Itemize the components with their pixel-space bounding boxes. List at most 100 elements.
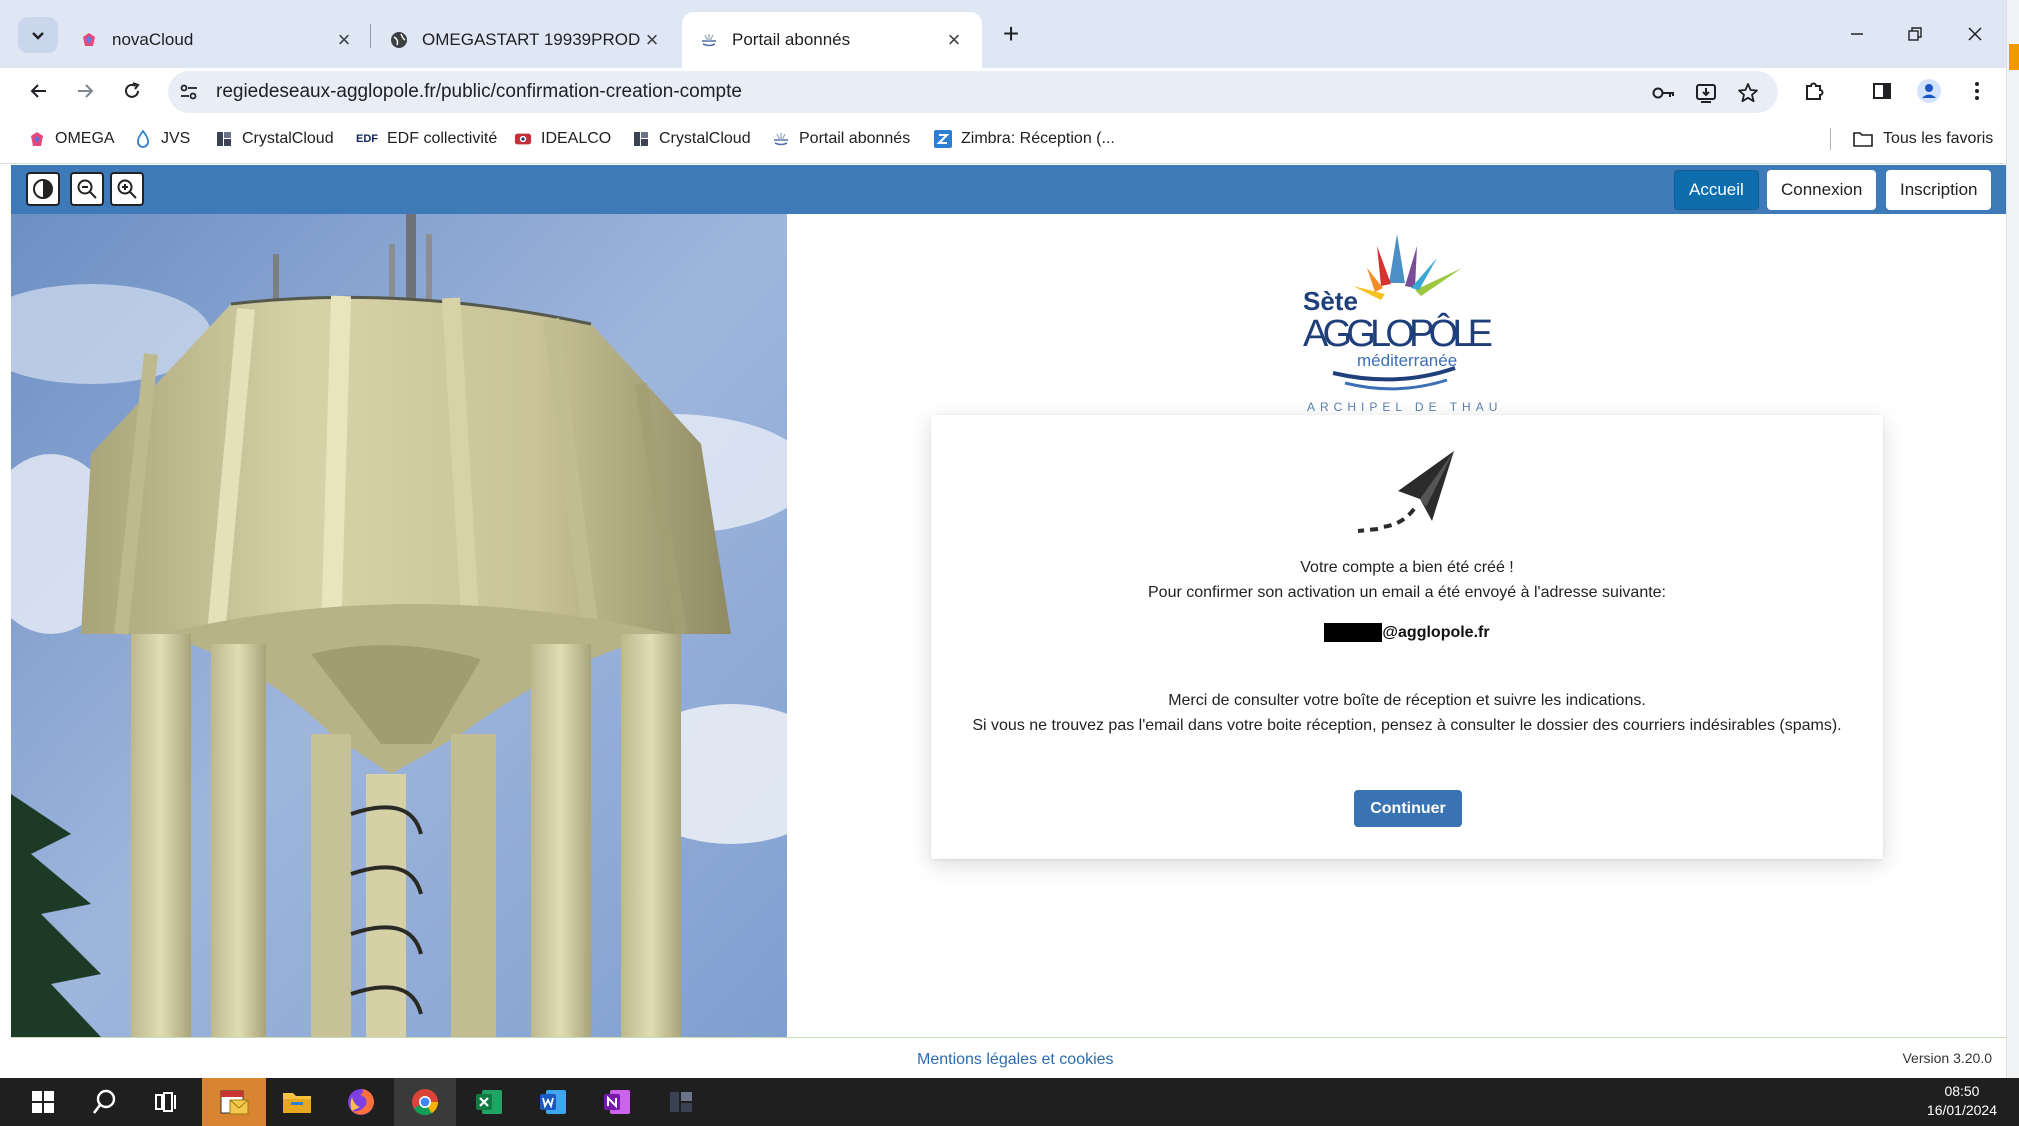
globe-icon — [390, 31, 408, 49]
close-icon[interactable]: × — [334, 27, 354, 52]
close-icon[interactable]: × — [944, 27, 964, 52]
arrow-right-icon — [78, 84, 94, 98]
idealco-favicon-icon — [514, 130, 532, 148]
bookmark-idealco[interactable]: IDEALCO — [514, 128, 611, 150]
all-bookmarks-folder[interactable]: Tous les favoris — [1852, 128, 1993, 150]
bookmarks-divider — [1830, 128, 1831, 150]
search-icon — [92, 1089, 116, 1114]
zimbra-favicon-icon — [934, 130, 952, 148]
taskbar-app-word[interactable] — [522, 1078, 584, 1126]
sete-agglopole-logo: Sète AGGLOPÔLE méditerranée ARCHIPEL DE … — [1287, 228, 1507, 418]
bookmark-crystalcloud[interactable]: CrystalCloud — [215, 128, 334, 150]
omega-favicon-icon — [28, 130, 46, 148]
confirmation-card: Votre compte a bien été créé ! Pour conf… — [931, 415, 1883, 859]
minimize-button[interactable] — [1832, 14, 1882, 54]
zoom-out-button[interactable] — [70, 172, 104, 206]
legal-link[interactable]: Mentions légales et cookies — [917, 1051, 1114, 1069]
extensions-button[interactable] — [1797, 74, 1831, 108]
zoom-in-icon — [117, 179, 137, 199]
crystalcloud-favicon-icon — [215, 130, 233, 148]
paper-plane-icon — [1357, 451, 1454, 533]
version-text: Version 3.20.0 — [1902, 1050, 1992, 1066]
reload-button[interactable] — [113, 72, 151, 110]
bookmark-zimbra[interactable]: Zimbra: Réception (... — [934, 128, 1115, 150]
contrast-icon — [33, 179, 53, 199]
site-info-icon[interactable] — [178, 81, 200, 108]
clock-date: 16/01/2024 — [1926, 1102, 1997, 1118]
install-app-icon[interactable] — [1693, 80, 1719, 106]
word-icon — [540, 1090, 566, 1114]
menu-button[interactable] — [1960, 74, 1994, 108]
tab-omegastart[interactable]: OMEGASTART 19939PROD × — [372, 12, 680, 68]
browser-tab-strip: novaCloud × OMEGASTART 19939PROD × Porta… — [0, 0, 2019, 68]
task-view-button[interactable] — [136, 1078, 198, 1126]
search-button[interactable] — [74, 1078, 136, 1126]
reload-icon — [125, 82, 140, 98]
taskbar-app-firefox[interactable] — [330, 1078, 392, 1126]
taskbar-app-crystalcloud[interactable] — [650, 1078, 712, 1126]
taskbar-app-onenote[interactable] — [586, 1078, 648, 1126]
restore-icon — [1908, 27, 1922, 41]
close-window-button[interactable] — [1950, 14, 2000, 54]
back-button[interactable] — [20, 72, 58, 110]
signup-button[interactable]: Inscription — [1886, 170, 1992, 210]
page-footer: Mentions légales et cookies Version 3.20… — [11, 1037, 2006, 1078]
contrast-button[interactable] — [26, 172, 60, 206]
email-domain: @agglopole.fr — [1382, 623, 1490, 641]
email-address: @agglopole.fr — [931, 623, 1883, 642]
puzzle-icon — [1806, 82, 1824, 100]
agglopole-favicon-icon — [772, 130, 790, 148]
check-inbox-text: Merci de consulter votre boîte de récept… — [1168, 692, 1646, 709]
key-icon[interactable] — [1651, 80, 1677, 106]
bookmark-label: Tous les favoris — [1883, 130, 1994, 147]
edf-logo-icon: EDF — [356, 133, 378, 145]
notification-marker — [2009, 44, 2019, 70]
system-clock[interactable]: 08:50 16/01/2024 — [1927, 1082, 1997, 1120]
logo-agglopole-text: AGGLOPÔLE — [1303, 311, 1493, 355]
crystalcloud-favicon-icon — [632, 130, 650, 148]
main-content: Sète AGGLOPÔLE méditerranée ARCHIPEL DE … — [787, 214, 2006, 1037]
start-button[interactable] — [12, 1078, 74, 1126]
home-button[interactable]: Accueil — [1674, 170, 1759, 210]
bookmarks-bar: OMEGA JVS CrystalCloud EDF EDF collectiv… — [0, 114, 2019, 164]
side-panel-button[interactable] — [1865, 74, 1899, 108]
zoom-in-button[interactable] — [110, 172, 144, 206]
new-tab-button[interactable]: + — [995, 18, 1027, 50]
tab-label: OMEGASTART 19939PROD — [422, 30, 641, 49]
bookmark-portail-abonnes[interactable]: Portail abonnés — [772, 128, 910, 150]
taskbar-app-chrome[interactable] — [394, 1078, 456, 1126]
chevron-down-icon — [32, 32, 44, 40]
bookmark-star-icon[interactable] — [1735, 80, 1761, 106]
email-sent-text: Pour confirmer son activation un email a… — [1148, 584, 1666, 601]
bookmark-edf[interactable]: EDF EDF collectivité — [356, 128, 497, 150]
taskbar-app-excel[interactable] — [458, 1078, 520, 1126]
side-panel-icon — [1873, 83, 1891, 99]
profile-button[interactable] — [1912, 74, 1946, 108]
tab-novacloud[interactable]: novaCloud × — [62, 12, 372, 68]
water-drop-icon — [134, 130, 152, 148]
forward-button[interactable] — [66, 72, 104, 110]
bookmark-label: CrystalCloud — [659, 130, 751, 147]
login-button[interactable]: Connexion — [1767, 170, 1877, 210]
taskbar-app-explorer[interactable] — [266, 1078, 328, 1126]
tab-search-button[interactable] — [18, 17, 58, 53]
close-icon[interactable]: × — [642, 27, 662, 52]
arrow-left-icon — [30, 84, 46, 98]
address-bar[interactable]: regiedeseaux-agglopole.fr/public/confirm… — [168, 71, 1778, 113]
novacloud-favicon-icon — [80, 31, 98, 49]
restore-button[interactable] — [1890, 14, 1940, 54]
logo-archipel-text: ARCHIPEL DE THAU — [1307, 400, 1502, 414]
bookmark-crystalcloud-2[interactable]: CrystalCloud — [632, 128, 751, 150]
firefox-icon — [348, 1089, 374, 1115]
tab-portail-abonnes[interactable]: Portail abonnés × — [682, 12, 982, 68]
logo-sete-text: Sète — [1303, 286, 1358, 316]
bookmark-jvs[interactable]: JVS — [134, 128, 190, 150]
chrome-icon — [412, 1089, 439, 1116]
taskbar-app-outlook-ical[interactable] — [202, 1078, 266, 1126]
redacted-username — [1324, 623, 1383, 642]
bookmark-omega[interactable]: OMEGA — [28, 128, 115, 150]
folder-icon — [1852, 130, 1874, 148]
onenote-icon — [604, 1090, 630, 1114]
continue-button[interactable]: Continuer — [1354, 790, 1462, 827]
clock-time: 08:50 — [1944, 1083, 1980, 1099]
